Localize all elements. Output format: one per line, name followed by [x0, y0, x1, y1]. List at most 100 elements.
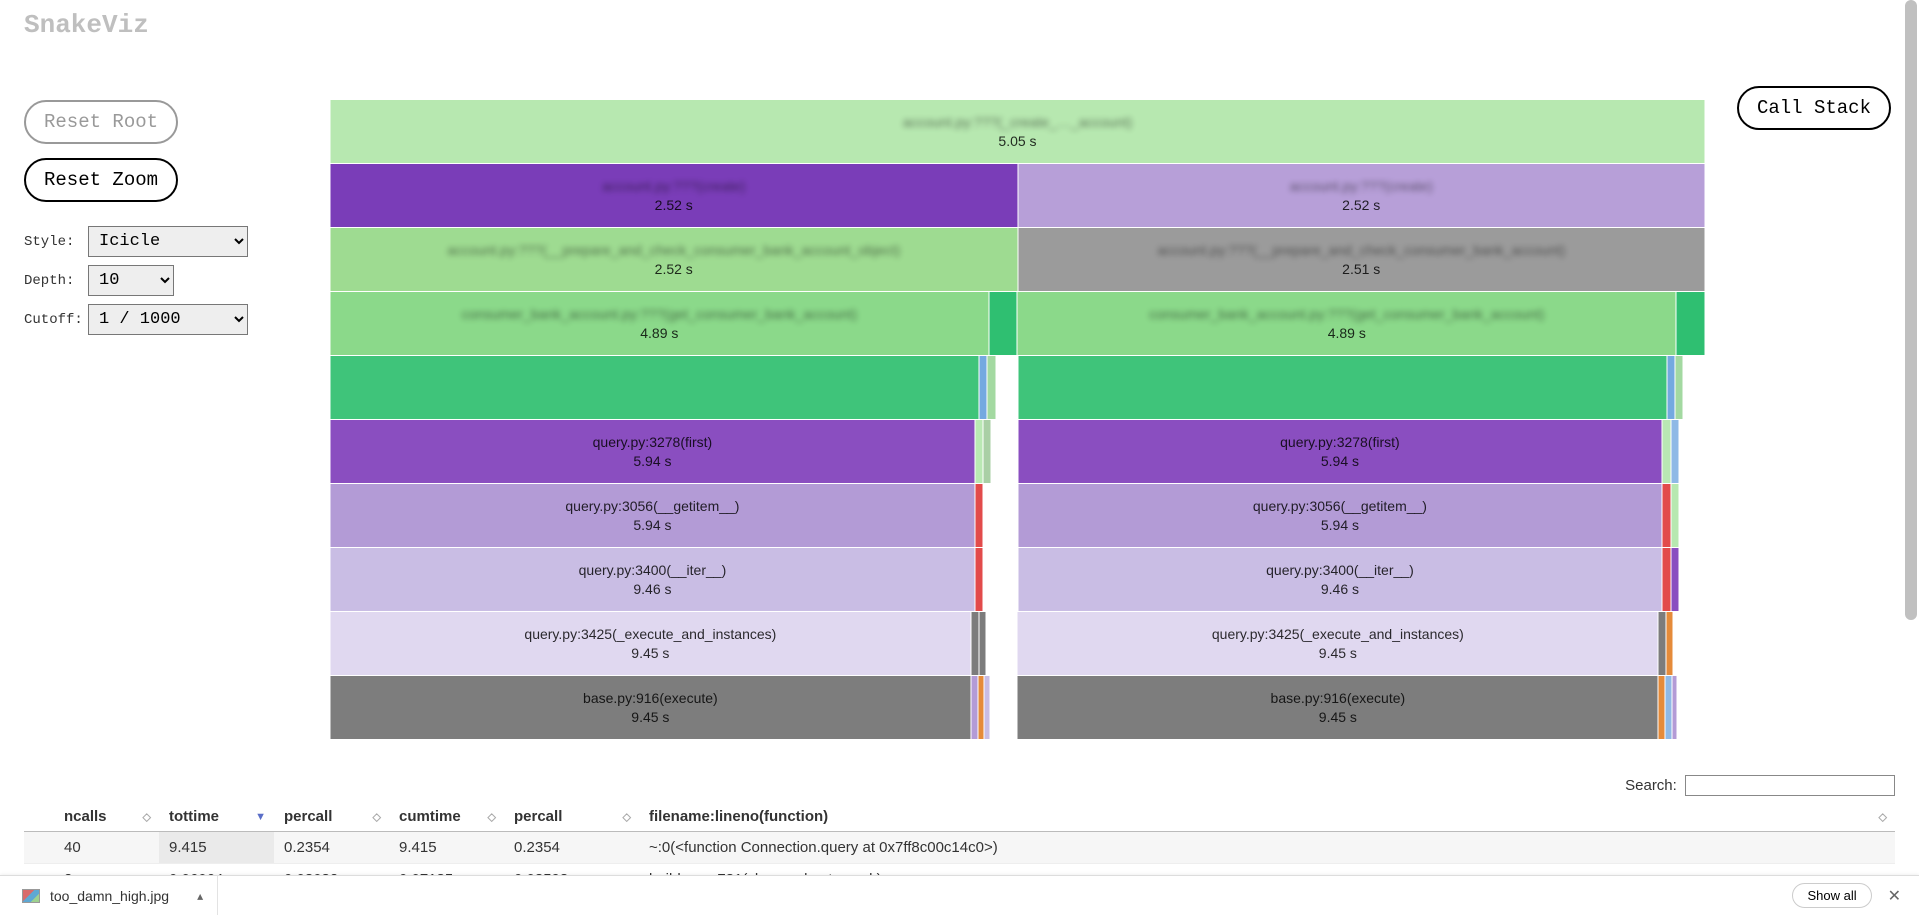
table-cell: 0.07185: [389, 864, 504, 876]
table-cell: 2: [24, 864, 159, 876]
icicle-block[interactable]: [983, 484, 991, 547]
style-select[interactable]: Icicle: [88, 226, 248, 257]
icicle-chart[interactable]: account.py:???(_create_…_account)5.05 sa…: [330, 100, 1705, 739]
icicle-block[interactable]: [1679, 548, 1705, 611]
icicle-block[interactable]: [1662, 484, 1670, 547]
table-header[interactable]: filename:lineno(function)◇: [639, 802, 1895, 832]
reset-root-button[interactable]: Reset Root: [24, 100, 178, 144]
cutoff-label: Cutoff:: [24, 312, 88, 328]
icicle-row: consumer_bank_account.py:???(get_consume…: [330, 292, 1705, 355]
download-chip[interactable]: too_damn_high.jpg ▴: [8, 876, 218, 915]
icicle-block[interactable]: [1679, 420, 1705, 483]
sort-icon: ◇: [488, 810, 496, 823]
table-cell: builder.py:731(choose_best_mask): [639, 864, 1895, 876]
table-cell: 40: [24, 832, 159, 864]
icicle-block[interactable]: query.py:3278(first)5.94 s: [1018, 420, 1663, 483]
table-cell: 0.2354: [274, 832, 389, 864]
icicle-block[interactable]: [971, 676, 978, 739]
icicle-block[interactable]: [975, 548, 983, 611]
sort-desc-icon: ▼: [255, 811, 266, 823]
icicle-row: query.py:3056(__getitem__)5.94 s query.py…: [330, 484, 1705, 547]
icicle-block[interactable]: [978, 676, 985, 739]
reset-zoom-button[interactable]: Reset Zoom: [24, 158, 178, 202]
icicle-block[interactable]: [979, 356, 987, 419]
icicle-block[interactable]: [979, 612, 986, 675]
icicle-block[interactable]: account.py:???(create)2.52 s: [330, 164, 1018, 227]
icicle-block[interactable]: query.py:3425(_execute_and_instances)9.4…: [330, 612, 971, 675]
icicle-block[interactable]: [1679, 484, 1705, 547]
icicle-row: [330, 356, 1705, 419]
close-icon[interactable]: ✕: [1888, 886, 1901, 906]
icicle-block[interactable]: [1675, 356, 1683, 419]
icicle-row: base.py:916(execute)9.45 s base.py:916(ex…: [330, 676, 1705, 739]
icicle-block[interactable]: [1658, 612, 1666, 675]
table-cell: 0.06064: [159, 864, 274, 876]
table-header[interactable]: percall◇: [274, 802, 389, 832]
icicle-block[interactable]: [1667, 356, 1675, 419]
icicle-block[interactable]: query.py:3278(first)5.94 s: [330, 420, 975, 483]
icicle-block[interactable]: [1676, 292, 1705, 355]
icicle-block[interactable]: base.py:916(execute)9.45 s: [1017, 676, 1658, 739]
icicle-block[interactable]: [975, 484, 983, 547]
icicle-block[interactable]: [987, 356, 995, 419]
image-file-icon: [22, 889, 40, 903]
icicle-block[interactable]: [990, 676, 1018, 739]
table-header[interactable]: cumtime◇: [389, 802, 504, 832]
icicle-block[interactable]: [1662, 548, 1670, 611]
icicle-block[interactable]: [991, 548, 1017, 611]
icicle-block[interactable]: query.py:3056(__getitem__)5.94 s: [330, 484, 975, 547]
icicle-block[interactable]: account.py:???(_create_…_account)5.05 s: [330, 100, 1705, 163]
style-label: Style:: [24, 234, 88, 250]
icicle-row: query.py:3278(first)5.94 s query.py:3278(…: [330, 420, 1705, 483]
table-header[interactable]: ncalls◇: [24, 802, 159, 832]
table-row[interactable]: 20.060640.030320.071850.03593builder.py:…: [24, 864, 1895, 876]
icicle-block[interactable]: [989, 292, 1018, 355]
search-label: Search:: [1625, 777, 1677, 794]
icicle-block[interactable]: [1665, 676, 1672, 739]
sort-icon: ◇: [143, 810, 151, 823]
icicle-block[interactable]: query.py:3056(__getitem__)5.94 s: [1018, 484, 1663, 547]
icicle-block[interactable]: [983, 420, 991, 483]
icicle-block[interactable]: query.py:3400(__iter__)9.46 s: [330, 548, 975, 611]
icicle-block[interactable]: account.py:???(__prepare_and_check_consu…: [1018, 228, 1706, 291]
icicle-block[interactable]: base.py:916(execute)9.45 s: [330, 676, 971, 739]
icicle-block[interactable]: [1673, 612, 1705, 675]
sort-icon: ◇: [1879, 810, 1887, 823]
icicle-block[interactable]: account.py:???(__prepare_and_check_consu…: [330, 228, 1018, 291]
icicle-row: query.py:3400(__iter__)9.46 s query.py:34…: [330, 548, 1705, 611]
call-stack-button[interactable]: Call Stack: [1737, 86, 1891, 130]
icicle-block[interactable]: [986, 612, 1018, 675]
icicle-row: account.py:???(__prepare_and_check_consu…: [330, 228, 1705, 291]
table-header[interactable]: percall◇: [504, 802, 639, 832]
icicle-block[interactable]: [991, 420, 1017, 483]
icicle-block[interactable]: [1671, 420, 1679, 483]
icicle-block[interactable]: account.py:???(create)2.52 s: [1018, 164, 1706, 227]
table-row[interactable]: 409.4150.23549.4150.2354~:0(<function Co…: [24, 832, 1895, 864]
icicle-block[interactable]: [1666, 612, 1673, 675]
icicle-block[interactable]: [975, 420, 983, 483]
search-input[interactable]: [1685, 775, 1895, 796]
icicle-block[interactable]: consumer_bank_account.py:???(get_consume…: [330, 292, 989, 355]
icicle-block[interactable]: query.py:3400(__iter__)9.46 s: [1018, 548, 1663, 611]
cutoff-select[interactable]: 1 / 1000: [88, 304, 248, 335]
icicle-block[interactable]: [1658, 676, 1665, 739]
icicle-block[interactable]: [1677, 676, 1705, 739]
icicle-block[interactable]: [1662, 420, 1670, 483]
icicle-block[interactable]: [330, 356, 979, 419]
icicle-block[interactable]: consumer_bank_account.py:???(get_consume…: [1017, 292, 1676, 355]
icicle-block[interactable]: [991, 484, 1017, 547]
depth-select[interactable]: 10: [88, 265, 174, 296]
show-all-button[interactable]: Show all: [1792, 883, 1871, 908]
download-bar: too_damn_high.jpg ▴ Show all ✕: [0, 875, 1919, 915]
icicle-block[interactable]: [1683, 356, 1705, 419]
table-header[interactable]: tottime▼: [159, 802, 274, 832]
icicle-block[interactable]: [996, 356, 1018, 419]
chevron-up-icon[interactable]: ▴: [197, 889, 203, 903]
icicle-block[interactable]: [983, 548, 991, 611]
icicle-block[interactable]: query.py:3425(_execute_and_instances)9.4…: [1017, 612, 1658, 675]
scrollbar-thumb[interactable]: [1905, 0, 1917, 620]
icicle-block[interactable]: [1671, 484, 1679, 547]
icicle-block[interactable]: [971, 612, 979, 675]
icicle-block[interactable]: [1018, 356, 1667, 419]
icicle-block[interactable]: [1671, 548, 1679, 611]
